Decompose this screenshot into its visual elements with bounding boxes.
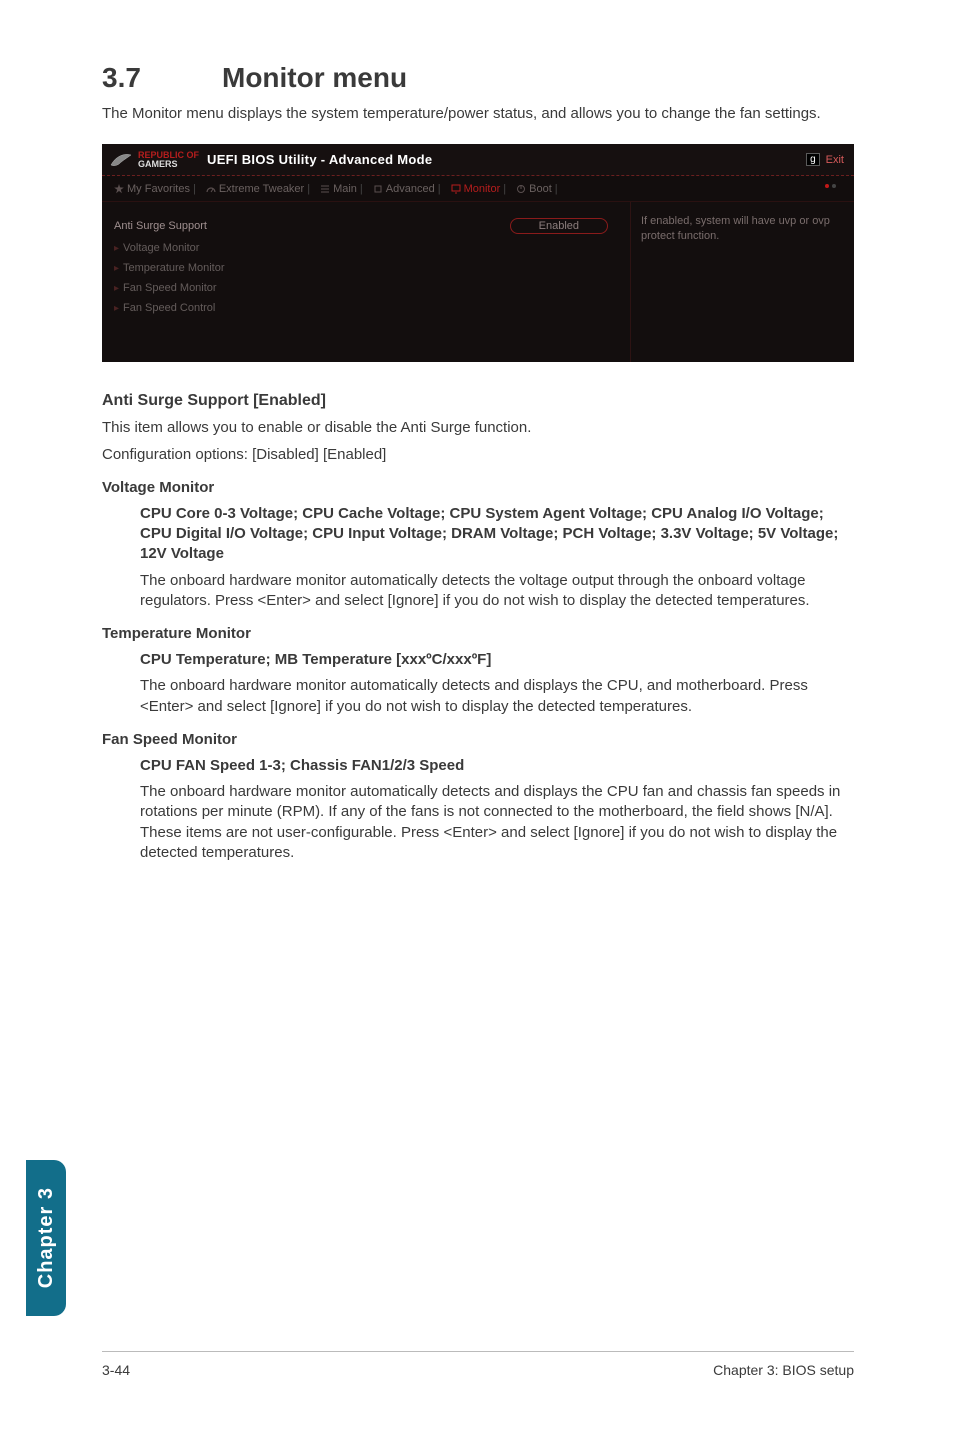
row-voltage[interactable]: ▸ Voltage Monitor [114,238,624,258]
row-anti-surge[interactable]: Anti Surge Support Enabled [114,214,624,238]
section-title: 3.7Monitor menu [102,62,854,94]
chapter-side-tab: Chapter 3 [26,1160,66,1316]
anti-surge-desc: This item allows you to enable or disabl… [102,418,854,438]
bios-title: UEFI BIOS Utility - Advanced Mode [207,152,432,167]
row-fan-monitor[interactable]: ▸ Fan Speed Monitor [114,278,624,298]
fan-desc: The onboard hardware monitor automatical… [140,782,854,863]
rog-logo-icon [110,152,132,168]
star-icon [114,184,124,194]
anti-surge-label: Anti Surge Support [114,220,207,232]
tab-main-label: Main [333,183,357,195]
bios-help-text: If enabled, system will have uvp or ovp … [641,215,830,241]
exit-label: Exit [826,154,844,166]
tab-tweaker-label: Extreme Tweaker [219,183,304,195]
tab-main[interactable]: Main | [316,183,367,195]
chip-icon [373,184,383,194]
tab-monitor[interactable]: Monitor | [447,183,511,195]
tab-boot-label: Boot [529,183,552,195]
fan-sub: CPU FAN Speed 1-3; Chassis FAN1/2/3 Spee… [140,756,854,776]
footer-title: Chapter 3: BIOS setup [713,1362,854,1378]
anti-surge-heading: Anti Surge Support [Enabled] [102,392,854,410]
voltage-desc: The onboard hardware monitor automatical… [140,571,854,612]
power-icon [516,184,526,194]
temperature-heading: Temperature Monitor [102,625,854,642]
row-temperature[interactable]: ▸ Temperature Monitor [114,258,624,278]
chevron-right-icon: ▸ [114,263,119,274]
bios-help-panel: If enabled, system will have uvp or ovp … [630,202,854,362]
tab-advanced-label: Advanced [386,183,435,195]
tab-monitor-label: Monitor [464,183,501,195]
anti-surge-config: Configuration options: [Disabled] [Enabl… [102,445,854,465]
voltage-heading: Voltage Monitor [102,479,854,496]
brand-bottom: GAMERS [138,159,178,169]
anti-surge-value[interactable]: Enabled [510,218,608,234]
fan-control-label: Fan Speed Control [123,302,215,314]
page-number: 3-44 [102,1362,130,1378]
temperature-sub: CPU Temperature; MB Temperature [xxxºC/x… [140,650,854,670]
chapter-side-label: Chapter 3 [35,1187,58,1288]
tab-advanced[interactable]: Advanced | [369,183,445,195]
page-indicator [825,184,836,188]
row-fan-control[interactable]: ▸ Fan Speed Control [114,298,624,318]
temperature-desc: The onboard hardware monitor automatical… [140,676,854,717]
voltage-label: Voltage Monitor [123,242,199,254]
tab-tweaker[interactable]: Extreme Tweaker | [202,183,314,195]
rog-brand: REPUBLIC OF GAMERS [110,151,199,169]
tab-boot[interactable]: Boot | [512,183,562,195]
voltage-sub: CPU Core 0-3 Voltage; CPU Cache Voltage;… [140,504,854,565]
section-intro: The Monitor menu displays the system tem… [102,104,854,124]
page-footer: 3-44 Chapter 3: BIOS setup [102,1351,854,1378]
chevron-right-icon: ▸ [114,243,119,254]
chevron-right-icon: ▸ [114,283,119,294]
tab-favorites-label: My Favorites [127,183,190,195]
bios-screenshot: REPUBLIC OF GAMERS UEFI BIOS Utility - A… [102,144,854,362]
bios-header: REPUBLIC OF GAMERS UEFI BIOS Utility - A… [102,144,854,176]
bios-tabs: My Favorites | Extreme Tweaker | Main | … [102,176,854,202]
tab-favorites[interactable]: My Favorites | [110,183,200,195]
exit-icon: g [806,153,820,166]
exit-group[interactable]: g Exit [806,153,844,166]
bios-option-list: Anti Surge Support Enabled ▸ Voltage Moni… [102,202,630,362]
fan-heading: Fan Speed Monitor [102,731,854,748]
fan-monitor-label: Fan Speed Monitor [123,282,217,294]
section-name: Monitor menu [222,62,407,93]
temperature-label: Temperature Monitor [123,262,225,274]
chevron-right-icon: ▸ [114,303,119,314]
gauge-icon [206,184,216,194]
monitor-icon [451,184,461,194]
section-number: 3.7 [102,62,222,94]
list-icon [320,184,330,194]
